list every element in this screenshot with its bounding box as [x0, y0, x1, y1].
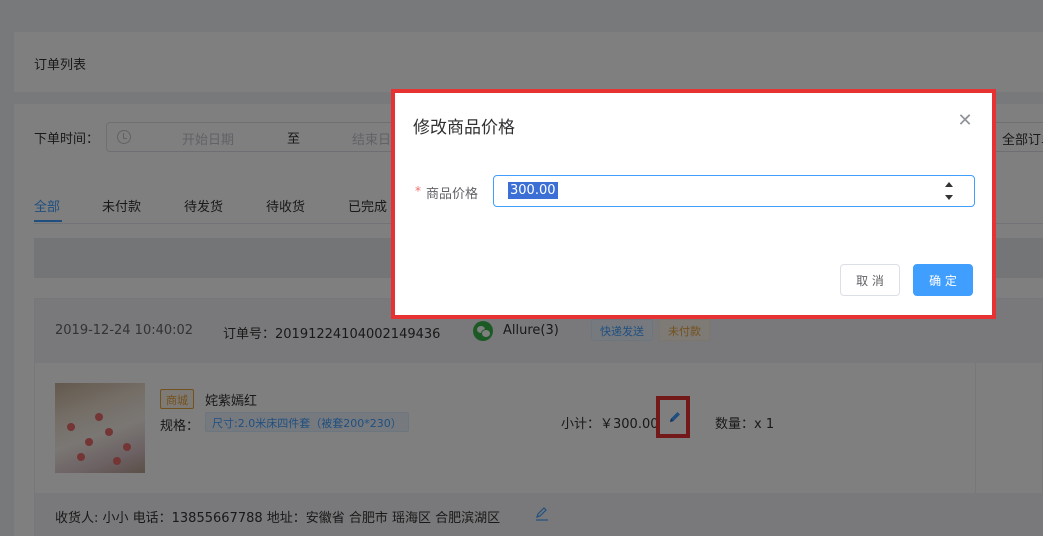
dialog-title: 修改商品价格 — [413, 118, 515, 138]
close-icon[interactable]: ✕ — [953, 109, 977, 133]
cancel-button[interactable]: 取 消 — [840, 264, 900, 296]
price-input[interactable]: 300.00 — [493, 175, 975, 207]
number-spinner[interactable] — [942, 178, 956, 204]
confirm-button[interactable]: 确 定 — [913, 264, 973, 296]
edit-price-dialog: 修改商品价格 ✕ * 商品价格 300.00 取 消 确 定 — [391, 89, 996, 319]
price-input-value[interactable]: 300.00 — [508, 182, 558, 199]
increment-arrow-icon[interactable] — [945, 182, 953, 187]
decrement-arrow-icon[interactable] — [945, 195, 953, 200]
price-field-label: 商品价格 — [426, 187, 479, 202]
required-mark: * — [415, 184, 421, 198]
